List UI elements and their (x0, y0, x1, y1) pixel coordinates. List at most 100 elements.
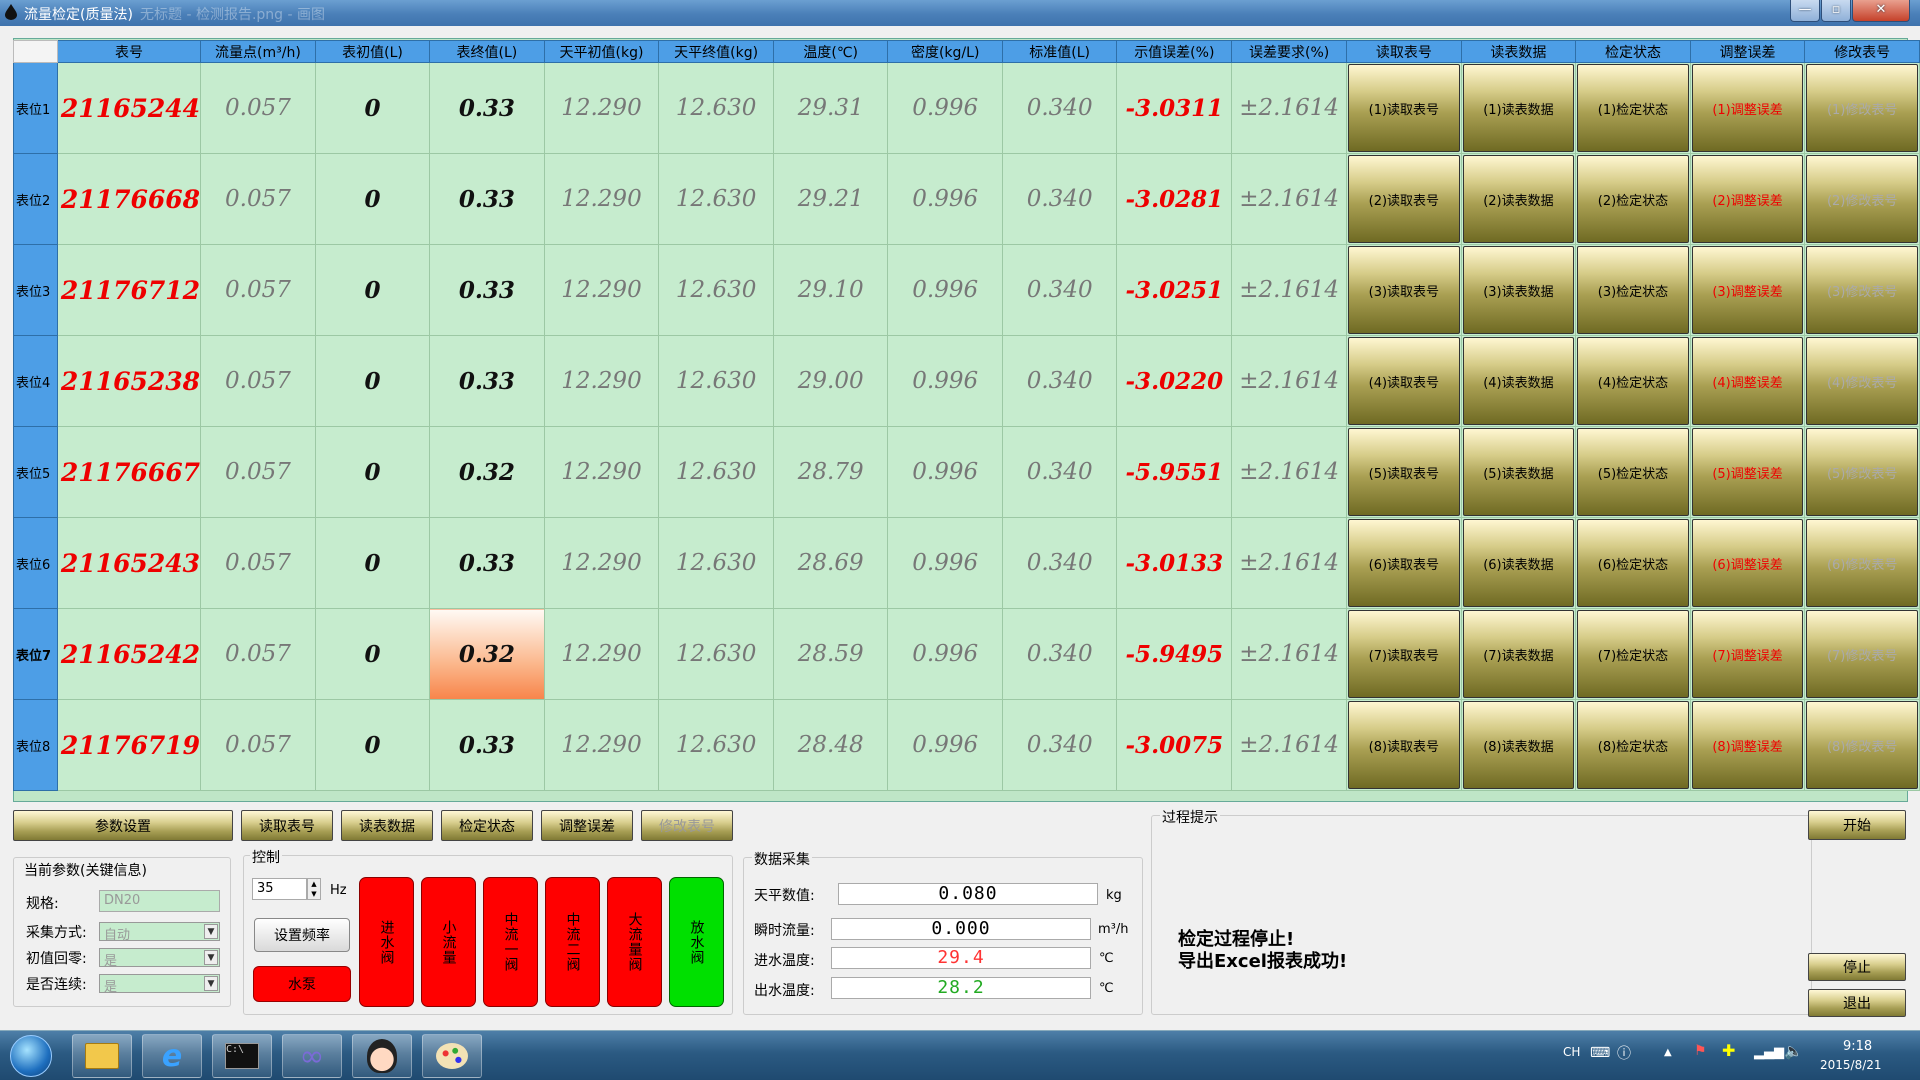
zero-select[interactable]: 是 ▼ (99, 948, 220, 969)
cell-err[interactable]: -3.0251 (1116, 244, 1233, 336)
row-modify-no-button[interactable]: (2)修改表号 (1806, 155, 1918, 243)
mode-select[interactable]: 自动 ▼ (99, 922, 220, 943)
signal-icon[interactable]: ▂▄▆ (1754, 1045, 1784, 1060)
cell-final[interactable]: 0.32 (429, 426, 545, 518)
cell-flow[interactable]: 0.057 (200, 426, 316, 518)
row-adjust-error-button[interactable]: (7)调整误差 (1691, 610, 1804, 698)
cell-bal-init[interactable]: 12.290 (543, 608, 660, 700)
row-modify-no-button[interactable]: (8)修改表号 (1806, 701, 1918, 789)
row-label[interactable]: 表位8 (13, 699, 58, 791)
cell-init[interactable]: 0 (314, 608, 431, 700)
cell-init[interactable]: 0 (314, 244, 431, 336)
cell-temp[interactable]: 29.31 (772, 62, 889, 154)
cell-temp[interactable]: 28.79 (772, 426, 889, 518)
row-label[interactable]: 表位6 (13, 517, 58, 609)
cell-init[interactable]: 0 (314, 699, 431, 791)
maximize-button[interactable]: ▫ (1821, 0, 1851, 22)
row-modify-no-button[interactable]: (4)修改表号 (1806, 337, 1918, 425)
clock-date[interactable]: 2015/8/21 (1820, 1058, 1882, 1072)
taskbar-vs[interactable]: ∞ (282, 1034, 342, 1078)
cell-temp[interactable]: 28.69 (772, 517, 889, 609)
cell-flow[interactable]: 0.057 (200, 153, 316, 245)
cell-err[interactable]: -3.0220 (1116, 335, 1233, 427)
cell-std[interactable]: 0.340 (1001, 608, 1118, 700)
cell-density[interactable]: 0.996 (887, 244, 1003, 336)
cell-std[interactable]: 0.340 (1001, 153, 1118, 245)
cell-meter[interactable]: 21176668 (56, 153, 202, 245)
cell-final[interactable]: 0.33 (429, 335, 545, 427)
row-read-data-button[interactable]: (4)读表数据 (1462, 337, 1575, 425)
cell-req[interactable]: ±2.1614 (1231, 153, 1348, 245)
cell-req[interactable]: ±2.1614 (1231, 244, 1348, 336)
start-orb-icon[interactable] (10, 1035, 52, 1077)
mid-flow-1-valve-button[interactable]: 中流一阀 (483, 877, 538, 1007)
cell-flow[interactable]: 0.057 (200, 608, 316, 700)
cell-err[interactable]: -5.9551 (1116, 426, 1233, 518)
row-label[interactable]: 表位5 (13, 426, 58, 518)
row-label[interactable]: 表位7 (13, 608, 58, 700)
cell-err[interactable]: -3.0311 (1116, 62, 1233, 154)
row-status-button[interactable]: (1)检定状态 (1577, 64, 1689, 152)
row-read-data-button[interactable]: (8)读表数据 (1462, 701, 1575, 789)
cell-bal-init[interactable]: 12.290 (543, 335, 660, 427)
cell-req[interactable]: ±2.1614 (1231, 62, 1348, 154)
row-modify-no-button[interactable]: (3)修改表号 (1806, 246, 1918, 334)
cell-final[interactable]: 0.33 (429, 62, 545, 154)
start-button[interactable]: 开始 (1808, 810, 1906, 840)
row-read-no-button[interactable]: (1)读取表号 (1348, 64, 1460, 152)
taskbar-paint[interactable] (422, 1034, 482, 1078)
inlet-valve-button[interactable]: 进水阀 (359, 877, 414, 1007)
row-read-data-button[interactable]: (3)读表数据 (1462, 246, 1575, 334)
cell-bal-init[interactable]: 12.290 (543, 62, 660, 154)
row-read-data-button[interactable]: (6)读表数据 (1462, 519, 1575, 607)
cell-req[interactable]: ±2.1614 (1231, 335, 1348, 427)
cell-req[interactable]: ±2.1614 (1231, 517, 1348, 609)
cell-err[interactable]: -3.0075 (1116, 699, 1233, 791)
cell-temp[interactable]: 29.00 (772, 335, 889, 427)
spec-field[interactable]: DN20 (99, 890, 220, 912)
cell-bal-init[interactable]: 12.290 (543, 153, 660, 245)
frequency-input[interactable]: 35 (252, 878, 307, 900)
frequency-spinner[interactable]: ▲ ▼ (307, 878, 321, 900)
row-status-button[interactable]: (3)检定状态 (1577, 246, 1689, 334)
row-label[interactable]: 表位2 (13, 153, 58, 245)
row-status-button[interactable]: (2)检定状态 (1577, 155, 1689, 243)
taskbar-explorer[interactable] (72, 1034, 132, 1078)
row-adjust-error-button[interactable]: (2)调整误差 (1691, 155, 1804, 243)
cell-bal-final[interactable]: 12.630 (658, 699, 774, 791)
cell-final[interactable]: 0.32 (429, 608, 545, 700)
cell-bal-final[interactable]: 12.630 (658, 426, 774, 518)
cell-bal-final[interactable]: 12.630 (658, 517, 774, 609)
row-label[interactable]: 表位1 (13, 62, 58, 154)
row-adjust-error-button[interactable]: (1)调整误差 (1691, 64, 1804, 152)
row-read-no-button[interactable]: (7)读取表号 (1348, 610, 1460, 698)
drain-valve-button[interactable]: 放水阀 (669, 877, 724, 1007)
cell-meter[interactable]: 21165242 (56, 608, 202, 700)
cell-std[interactable]: 0.340 (1001, 335, 1118, 427)
cell-bal-init[interactable]: 12.290 (543, 517, 660, 609)
row-label[interactable]: 表位4 (13, 335, 58, 427)
cell-meter[interactable]: 21176712 (56, 244, 202, 336)
cell-bal-final[interactable]: 12.630 (658, 153, 774, 245)
cell-meter[interactable]: 21176667 (56, 426, 202, 518)
cell-std[interactable]: 0.340 (1001, 62, 1118, 154)
cell-flow[interactable]: 0.057 (200, 62, 316, 154)
row-read-data-button[interactable]: (7)读表数据 (1462, 610, 1575, 698)
security-plus-icon[interactable]: ✚ (1722, 1041, 1735, 1060)
cell-std[interactable]: 0.340 (1001, 426, 1118, 518)
row-read-data-button[interactable]: (1)读表数据 (1462, 64, 1575, 152)
row-status-button[interactable]: (5)检定状态 (1577, 428, 1689, 516)
cell-density[interactable]: 0.996 (887, 426, 1003, 518)
taskbar-cmd[interactable]: C:\ (212, 1034, 272, 1078)
row-read-data-button[interactable]: (2)读表数据 (1462, 155, 1575, 243)
cell-req[interactable]: ±2.1614 (1231, 608, 1348, 700)
row-adjust-error-button[interactable]: (5)调整误差 (1691, 428, 1804, 516)
modify-meter-no-button[interactable]: 修改表号 (641, 810, 733, 841)
row-adjust-error-button[interactable]: (6)调整误差 (1691, 519, 1804, 607)
cell-init[interactable]: 0 (314, 426, 431, 518)
large-flow-valve-button[interactable]: 大流量阀 (607, 877, 662, 1007)
row-label[interactable]: 表位3 (13, 244, 58, 336)
row-adjust-error-button[interactable]: (4)调整误差 (1691, 337, 1804, 425)
cell-temp[interactable]: 29.21 (772, 153, 889, 245)
row-modify-no-button[interactable]: (7)修改表号 (1806, 610, 1918, 698)
